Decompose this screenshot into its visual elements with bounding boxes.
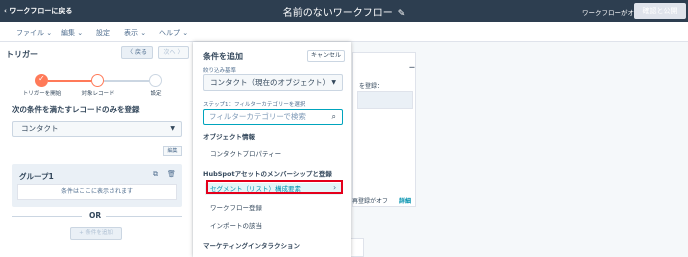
menu-view[interactable]: 表示 ⌄ — [124, 28, 146, 38]
step-3-circle — [149, 74, 162, 87]
check-icon: ✓ — [38, 74, 45, 83]
step-3-label: 設定 — [150, 91, 162, 97]
panel-title: トリガー — [6, 50, 38, 59]
canvas-card-dash: ー — [409, 65, 416, 72]
object-type-value: コンタクト — [21, 124, 59, 133]
section-object-info: オブジェクト情報 — [203, 133, 255, 141]
highlight-box — [206, 180, 343, 194]
search-icon: ⌕ — [331, 112, 336, 121]
filter-group-1: グループ1 ⧉ 🗑 条件はここに表示されます — [12, 164, 182, 207]
or-divider-left — [12, 216, 82, 217]
or-label: OR — [89, 211, 102, 220]
menu-settings[interactable]: 設定 — [96, 28, 110, 38]
edit-button[interactable]: 編集 — [163, 146, 182, 156]
item-import[interactable]: インポートの該当 — [210, 220, 262, 230]
step-1-label: トリガーを開始 — [22, 91, 62, 97]
add-filter-button[interactable]: + 条件を追加 — [70, 227, 122, 240]
step-line — [104, 80, 149, 82]
section-marketing: マーケティングインタラクション — [203, 242, 300, 250]
back-button[interactable]: 〈 戻る — [121, 46, 153, 59]
caret-down-icon: ▼ — [170, 125, 175, 132]
details-link[interactable]: 詳細 — [399, 196, 411, 205]
filter-base-label: 絞り込み基準 — [203, 68, 237, 74]
search-placeholder: フィルターカテゴリーで検索 — [209, 112, 306, 121]
step-1-circle: ✓ — [35, 74, 48, 87]
pencil-icon[interactable]: ✎ — [398, 9, 406, 19]
conditions-placeholder: 条件はここに表示されます — [17, 184, 177, 200]
menu-bar: ファイル ⌄ 編集 ⌄ 設定 表示 ⌄ ヘルプ ⌄ — [0, 22, 688, 42]
chevron-right-icon: › — [333, 183, 337, 192]
menu-file[interactable]: ファイル ⌄ — [16, 28, 52, 38]
step-2-label: 対象レコード — [81, 91, 115, 97]
add-condition-title: 条件を追加 — [203, 52, 243, 61]
step-progress-line — [48, 80, 91, 82]
filter-base-select[interactable]: コンタクト（現在のオブジェクト） ▼ — [203, 74, 343, 91]
workflow-canvas-card: ー を登録： — [352, 52, 416, 207]
re-enrollment-status: 再登録がオフ — [352, 198, 389, 205]
or-divider-right — [106, 216, 182, 217]
top-bar: ‹ ワークフローに戻る 名前のないワークフロー ✎ ワークフローがオフ 確認と公開 — [0, 0, 688, 22]
menu-edit[interactable]: 編集 ⌄ — [61, 28, 83, 38]
section-membership: HubSpotアセットのメンバーシップと登録 — [203, 170, 332, 178]
copy-icon[interactable]: ⧉ — [153, 170, 158, 179]
next-button[interactable]: 次へ 〉 — [158, 46, 189, 59]
caret-down-icon: ▼ — [331, 79, 336, 86]
item-contact-properties[interactable]: コンタクトプロパティー — [210, 148, 281, 158]
add-condition-panel: 条件を追加 キャンセル 絞り込み基準 コンタクト（現在のオブジェクト） ▼ ステッ… — [193, 42, 351, 257]
group-title: グループ1 — [19, 172, 54, 181]
object-type-select[interactable]: コンタクト ▼ — [12, 121, 182, 137]
item-workflow-enrollment[interactable]: ワークフロー登録 — [210, 202, 262, 212]
workflow-title-text: 名前のないワークフロー — [282, 8, 393, 19]
workflow-status: ワークフローがオフ — [582, 9, 641, 17]
enroll-criteria-heading: 次の条件を満たすレコードのみを登録 — [12, 105, 140, 114]
canvas-card-field — [357, 91, 413, 109]
cancel-button[interactable]: キャンセル — [307, 50, 345, 62]
canvas-card-label: を登録： — [359, 83, 384, 90]
filter-base-value: コンタクト（現在のオブジェクト） — [210, 78, 330, 87]
menu-help[interactable]: ヘルプ ⌄ — [159, 28, 188, 38]
review-and-publish-button[interactable]: 確認と公開 — [634, 3, 686, 19]
trash-icon[interactable]: 🗑 — [167, 170, 176, 178]
filter-category-search[interactable]: フィルターカテゴリーで検索 ⌕ — [203, 109, 343, 125]
step-2-circle — [91, 74, 104, 87]
step-1-instruction: ステップ1：フィルターカテゴリーを選択 — [203, 102, 306, 108]
